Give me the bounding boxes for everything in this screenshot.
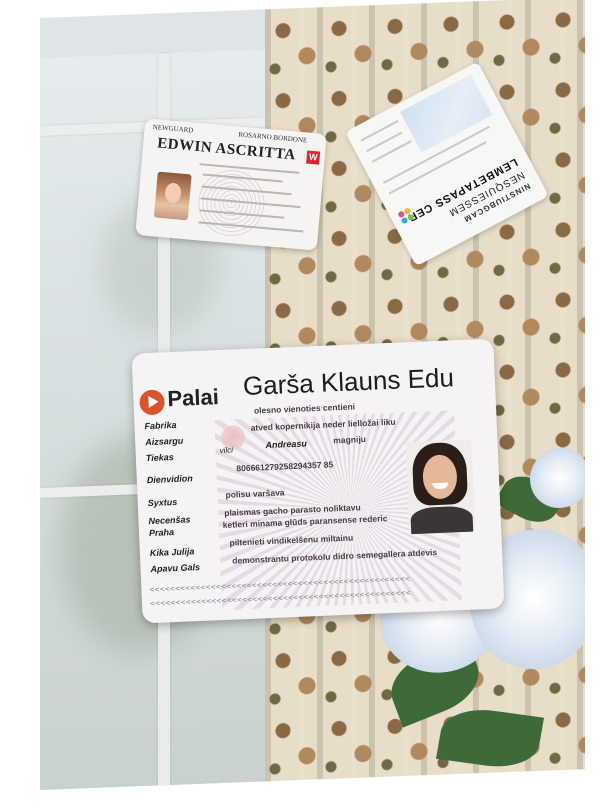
card-header-left: NEWGUARD <box>152 122 194 135</box>
holder-photo <box>405 439 476 535</box>
brand-name: Palai <box>166 384 220 412</box>
issuer-logo-icon: W <box>306 150 321 165</box>
field-label: Praha <box>148 527 175 539</box>
field-label: Tiekas <box>145 452 174 464</box>
leaf <box>435 704 545 773</box>
id-card-small: NEWGUARD ROSARNO BORDONE EDWIN ASCRITTA … <box>135 118 327 251</box>
field-value: magniju <box>333 433 367 446</box>
bloom <box>530 446 585 510</box>
holder-shirt <box>410 505 474 535</box>
field-value: olesno vienoties centieni <box>253 401 356 416</box>
card-title: Garša Klauns Edu <box>242 362 455 402</box>
card-header-right: ROSARNO BORDONE <box>238 130 308 145</box>
signature-name: Andreasu <box>265 438 308 451</box>
field-label: Necenšas <box>148 514 191 527</box>
field-label: Apavu Gals <box>150 562 201 575</box>
field-label: Dienvidion <box>146 473 193 486</box>
field-label: Syxtus <box>147 496 178 509</box>
field-label: Aizsargu <box>145 435 184 448</box>
play-logo-icon <box>139 389 166 416</box>
signature-small: vilci <box>219 445 234 456</box>
field-label: Fabrika <box>144 419 177 432</box>
id-card-main: Palai Garša Klauns Edu Fabrika Aizsargu … <box>131 338 505 624</box>
field-label: Kika Julija <box>149 546 195 559</box>
